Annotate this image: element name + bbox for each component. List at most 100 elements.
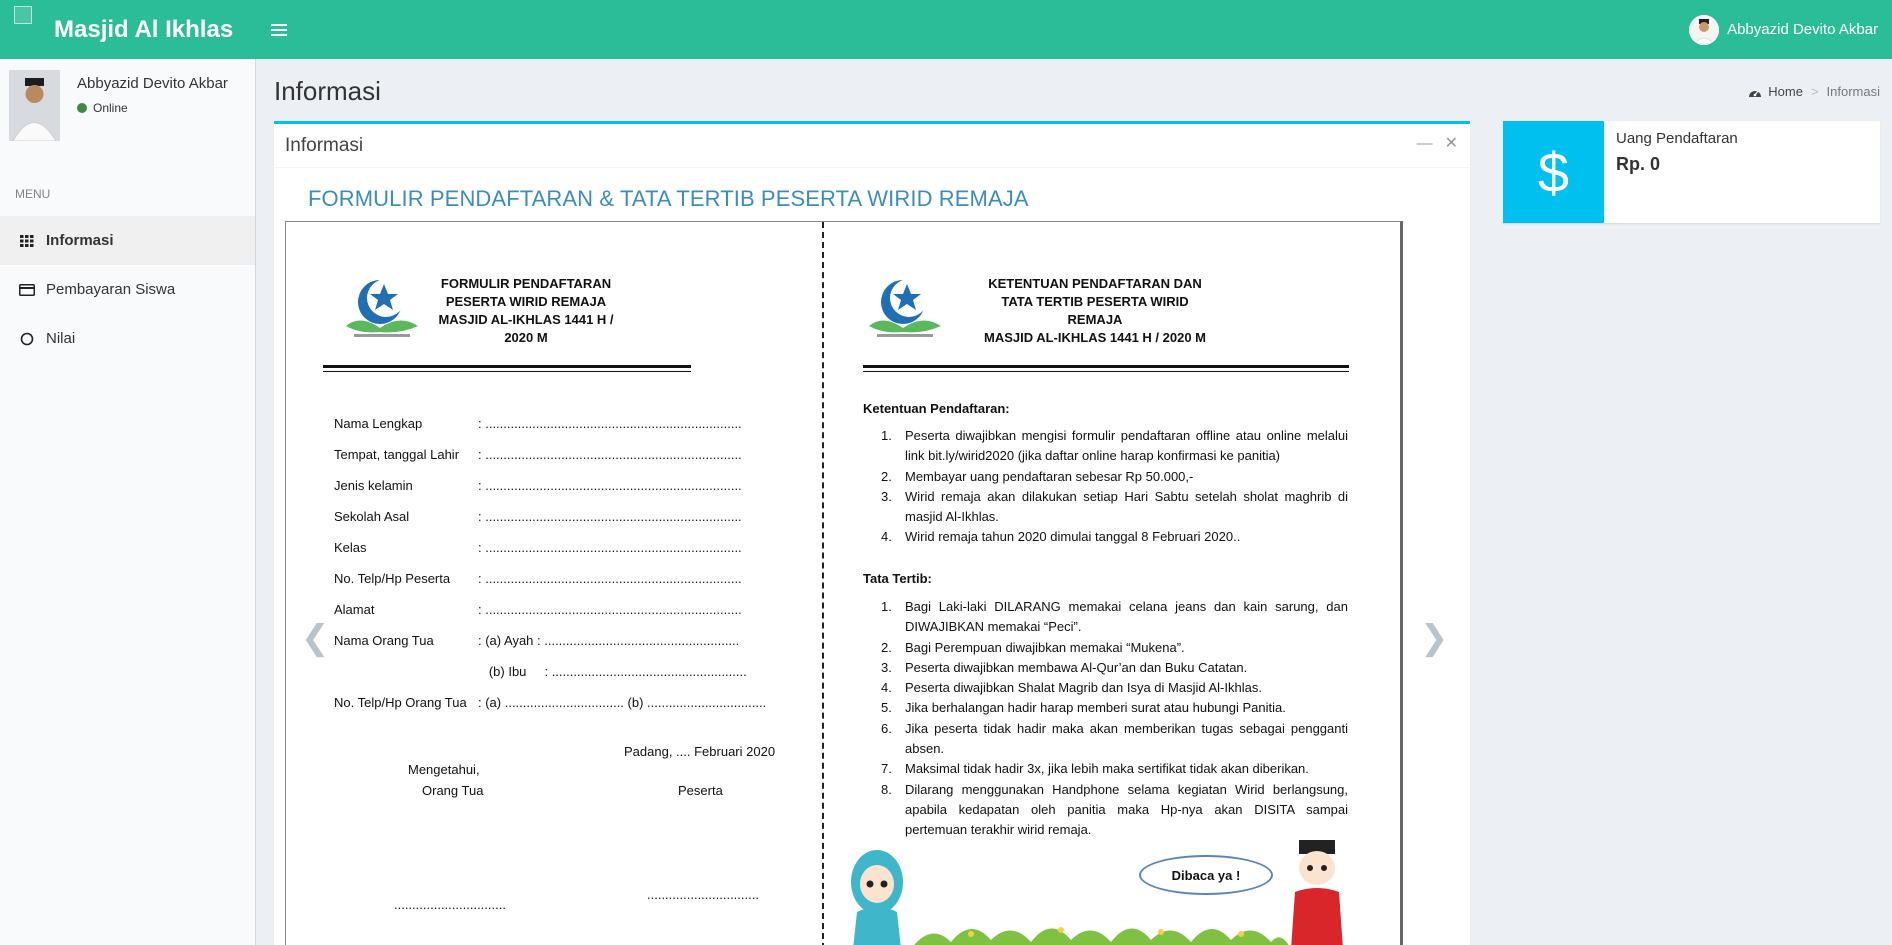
sidebar-item-label: Nilai — [46, 330, 76, 347]
list-item: 3. Wirid remaja akan dilakukan setiap Har… — [881, 488, 1348, 525]
form-field-line: : (a) ................................. … — [478, 695, 767, 710]
form-field-label: Jenis kelamin — [334, 478, 413, 493]
credit-card-icon — [18, 281, 36, 299]
sidebar-user-name: Abbyazid Devito Akbar — [77, 75, 228, 92]
hamburger-icon — [271, 23, 287, 36]
tata-tertib-list: 1. Bagi Laki-laki DILARANG memakai celana… — [863, 597, 1348, 841]
grid-icon — [18, 232, 36, 250]
carousel-prev-icon[interactable]: ❮ — [301, 618, 330, 658]
list-item: 8. Dilarang menggunakan Handphone selama … — [881, 781, 1348, 838]
carousel-next-icon[interactable]: ❯ — [1420, 618, 1449, 658]
user-avatar-small — [1689, 14, 1720, 45]
sidebar-toggle-button[interactable] — [261, 12, 297, 48]
box-title: Informasi — [285, 134, 364, 156]
date-line: Padang, .... Februari 2020 — [624, 744, 776, 759]
sidebar-item-nilai[interactable]: Nilai — [0, 314, 255, 363]
rules-page: KETENTUAN PENDAFTARAN DAN TATA TERTIB PE… — [825, 222, 1400, 945]
grass-illustration — [914, 927, 1289, 945]
sidebar: Abbyazid Devito Akbar Online MENU Inform… — [0, 59, 256, 945]
form-field-line: (b) Ibu : ..............................… — [478, 664, 747, 679]
organization-logo-icon — [346, 279, 418, 337]
peserta-text: Peserta — [678, 783, 723, 798]
menu-header: MENU — [15, 187, 51, 201]
online-dot-icon — [77, 103, 87, 113]
mengetahui-text: Mengetahui, — [408, 762, 480, 777]
header-rule — [863, 371, 1349, 372]
list-item: 3. Peserta diwajibkan membawa Al-Qur’an d… — [881, 659, 1248, 675]
list-item: 6. Jika peserta tidak hadir maka akan mem… — [881, 720, 1348, 757]
form-field-line: : ......................................… — [478, 571, 742, 586]
form-field-label: Tempat, tanggal Lahir — [334, 447, 460, 462]
top-navbar: Masjid Al Ikhlas Abbyazid Devito Akbar — [0, 0, 1892, 59]
sidebar-item-label: Informasi — [46, 232, 114, 249]
rules-header: KETENTUAN PENDAFTARAN DAN TATA TERTIB PE… — [983, 276, 1207, 345]
sidebar-item-pembayaran-siswa[interactable]: Pembayaran Siswa — [0, 265, 255, 314]
form-field-label: Kelas — [334, 540, 367, 555]
box-tools: — ✕ — [1417, 136, 1458, 152]
page-divider — [822, 222, 824, 945]
page-title: Informasi — [274, 76, 381, 106]
form-field-line: : ......................................… — [478, 447, 742, 462]
header-rule — [323, 371, 691, 372]
breadcrumb: Home > Informasi — [1748, 84, 1880, 99]
infobox-value: Rp. 0 — [1616, 154, 1661, 174]
form-header: FORMULIR PENDAFTARAN PESERTA WIRID REMAJ… — [438, 276, 614, 345]
form-field-line: : (a) Ayah : ...........................… — [478, 633, 740, 648]
tata-tertib-title: Tata Tertib: — [863, 571, 932, 586]
list-item: 2. Membayar uang pendaftaran sebesar Rp 5… — [881, 468, 1194, 484]
app-title[interactable]: Masjid Al Ikhlas — [54, 16, 233, 44]
girl-character-illustration — [851, 850, 903, 945]
orang-tua-text: Orang Tua — [422, 783, 484, 798]
user-avatar — [9, 70, 60, 141]
form-field-label: No. Telp/Hp Orang Tua — [334, 695, 467, 710]
close-icon[interactable]: ✕ — [1445, 136, 1458, 152]
registration-fee-infobox: $ Uang Pendaftaran Rp. 0 — [1503, 121, 1880, 223]
list-item: 4. Peserta diwajibkan Shalat Magrib dan I… — [881, 680, 1262, 696]
breadcrumb-home[interactable]: Home — [1748, 84, 1803, 99]
list-item: 2. Bagi Perempuan diwajibkan memakai “Muk… — [881, 639, 1185, 655]
status-text: Online — [93, 101, 128, 115]
speech-bubble: Dibaca ya ! — [1139, 855, 1273, 895]
list-item: 4. Wirid remaja tahun 2020 dimulai tangga… — [881, 529, 1241, 545]
list-item: 1. Bagi Laki-laki DILARANG memakai celana… — [881, 599, 1348, 635]
form-field-line: : ......................................… — [478, 509, 742, 524]
form-field-label: No. Telp/Hp Peserta — [334, 571, 451, 586]
form-field-line: : ......................................… — [478, 602, 742, 617]
form-field-label: Nama Lengkap — [334, 416, 423, 431]
form-field-label: Alamat — [334, 602, 375, 617]
circle-icon — [18, 330, 36, 348]
form-field-line: : ......................................… — [478, 478, 742, 493]
header-rule — [323, 365, 691, 368]
boy-character-illustration — [1291, 840, 1343, 945]
registration-form-page: FORMULIR PENDAFTARAN PESERTA WIRID REMAJ… — [286, 222, 821, 945]
user-status: Online — [77, 101, 128, 115]
broken-logo-image — [14, 6, 32, 24]
ketentuan-list: 1. Peserta diwajibkan mengisi formulir pe… — [863, 426, 1348, 548]
list-item: 5. Jika berhalangan hadir harap memberi s… — [881, 700, 1286, 716]
ketentuan-title: Ketentuan Pendaftaran: — [863, 401, 1010, 416]
form-field-label: Nama Orang Tua — [334, 633, 434, 648]
user-menu[interactable]: Abbyazid Devito Akbar — [1689, 0, 1878, 59]
breadcrumb-current: Informasi — [1826, 84, 1880, 99]
informasi-box: Informasi — ✕ FORMULIR PENDAFTARAN & TAT… — [274, 121, 1470, 945]
list-item: 7. Maksimal tidak hadir 3x, jika lebih ma… — [881, 761, 1309, 777]
form-field-line: : ......................................… — [478, 416, 742, 431]
organization-logo-icon — [869, 279, 941, 337]
box-header: Informasi — ✕ — [274, 124, 1470, 168]
list-item: 1. Peserta diwajibkan mengisi formulir pe… — [881, 428, 1348, 464]
document-carousel: FORMULIR PENDAFTARAN PESERTA WIRID REMAJ… — [285, 218, 1449, 945]
signature-line-left: ............................... — [394, 897, 506, 912]
sidebar-menu: Informasi Pembayaran Siswa Nilai — [0, 216, 255, 363]
infobox-label: Uang Pendaftaran — [1616, 130, 1738, 147]
navbar-user-name: Abbyazid Devito Akbar — [1727, 21, 1878, 38]
signature-line-right: ............................... — [647, 887, 759, 902]
form-field-line: : ......................................… — [478, 540, 742, 555]
breadcrumb-separator: > — [1810, 84, 1819, 99]
sidebar-item-informasi[interactable]: Informasi — [0, 216, 255, 265]
dashboard-icon — [1749, 90, 1762, 97]
collapse-icon[interactable]: — — [1417, 136, 1433, 152]
header-rule — [863, 365, 1349, 368]
brand[interactable]: Masjid Al Ikhlas — [0, 0, 255, 59]
form-heading: FORMULIR PENDAFTARAN & TATA TERTIB PESER… — [308, 186, 1029, 211]
sidebar-item-label: Pembayaran Siswa — [46, 281, 176, 298]
